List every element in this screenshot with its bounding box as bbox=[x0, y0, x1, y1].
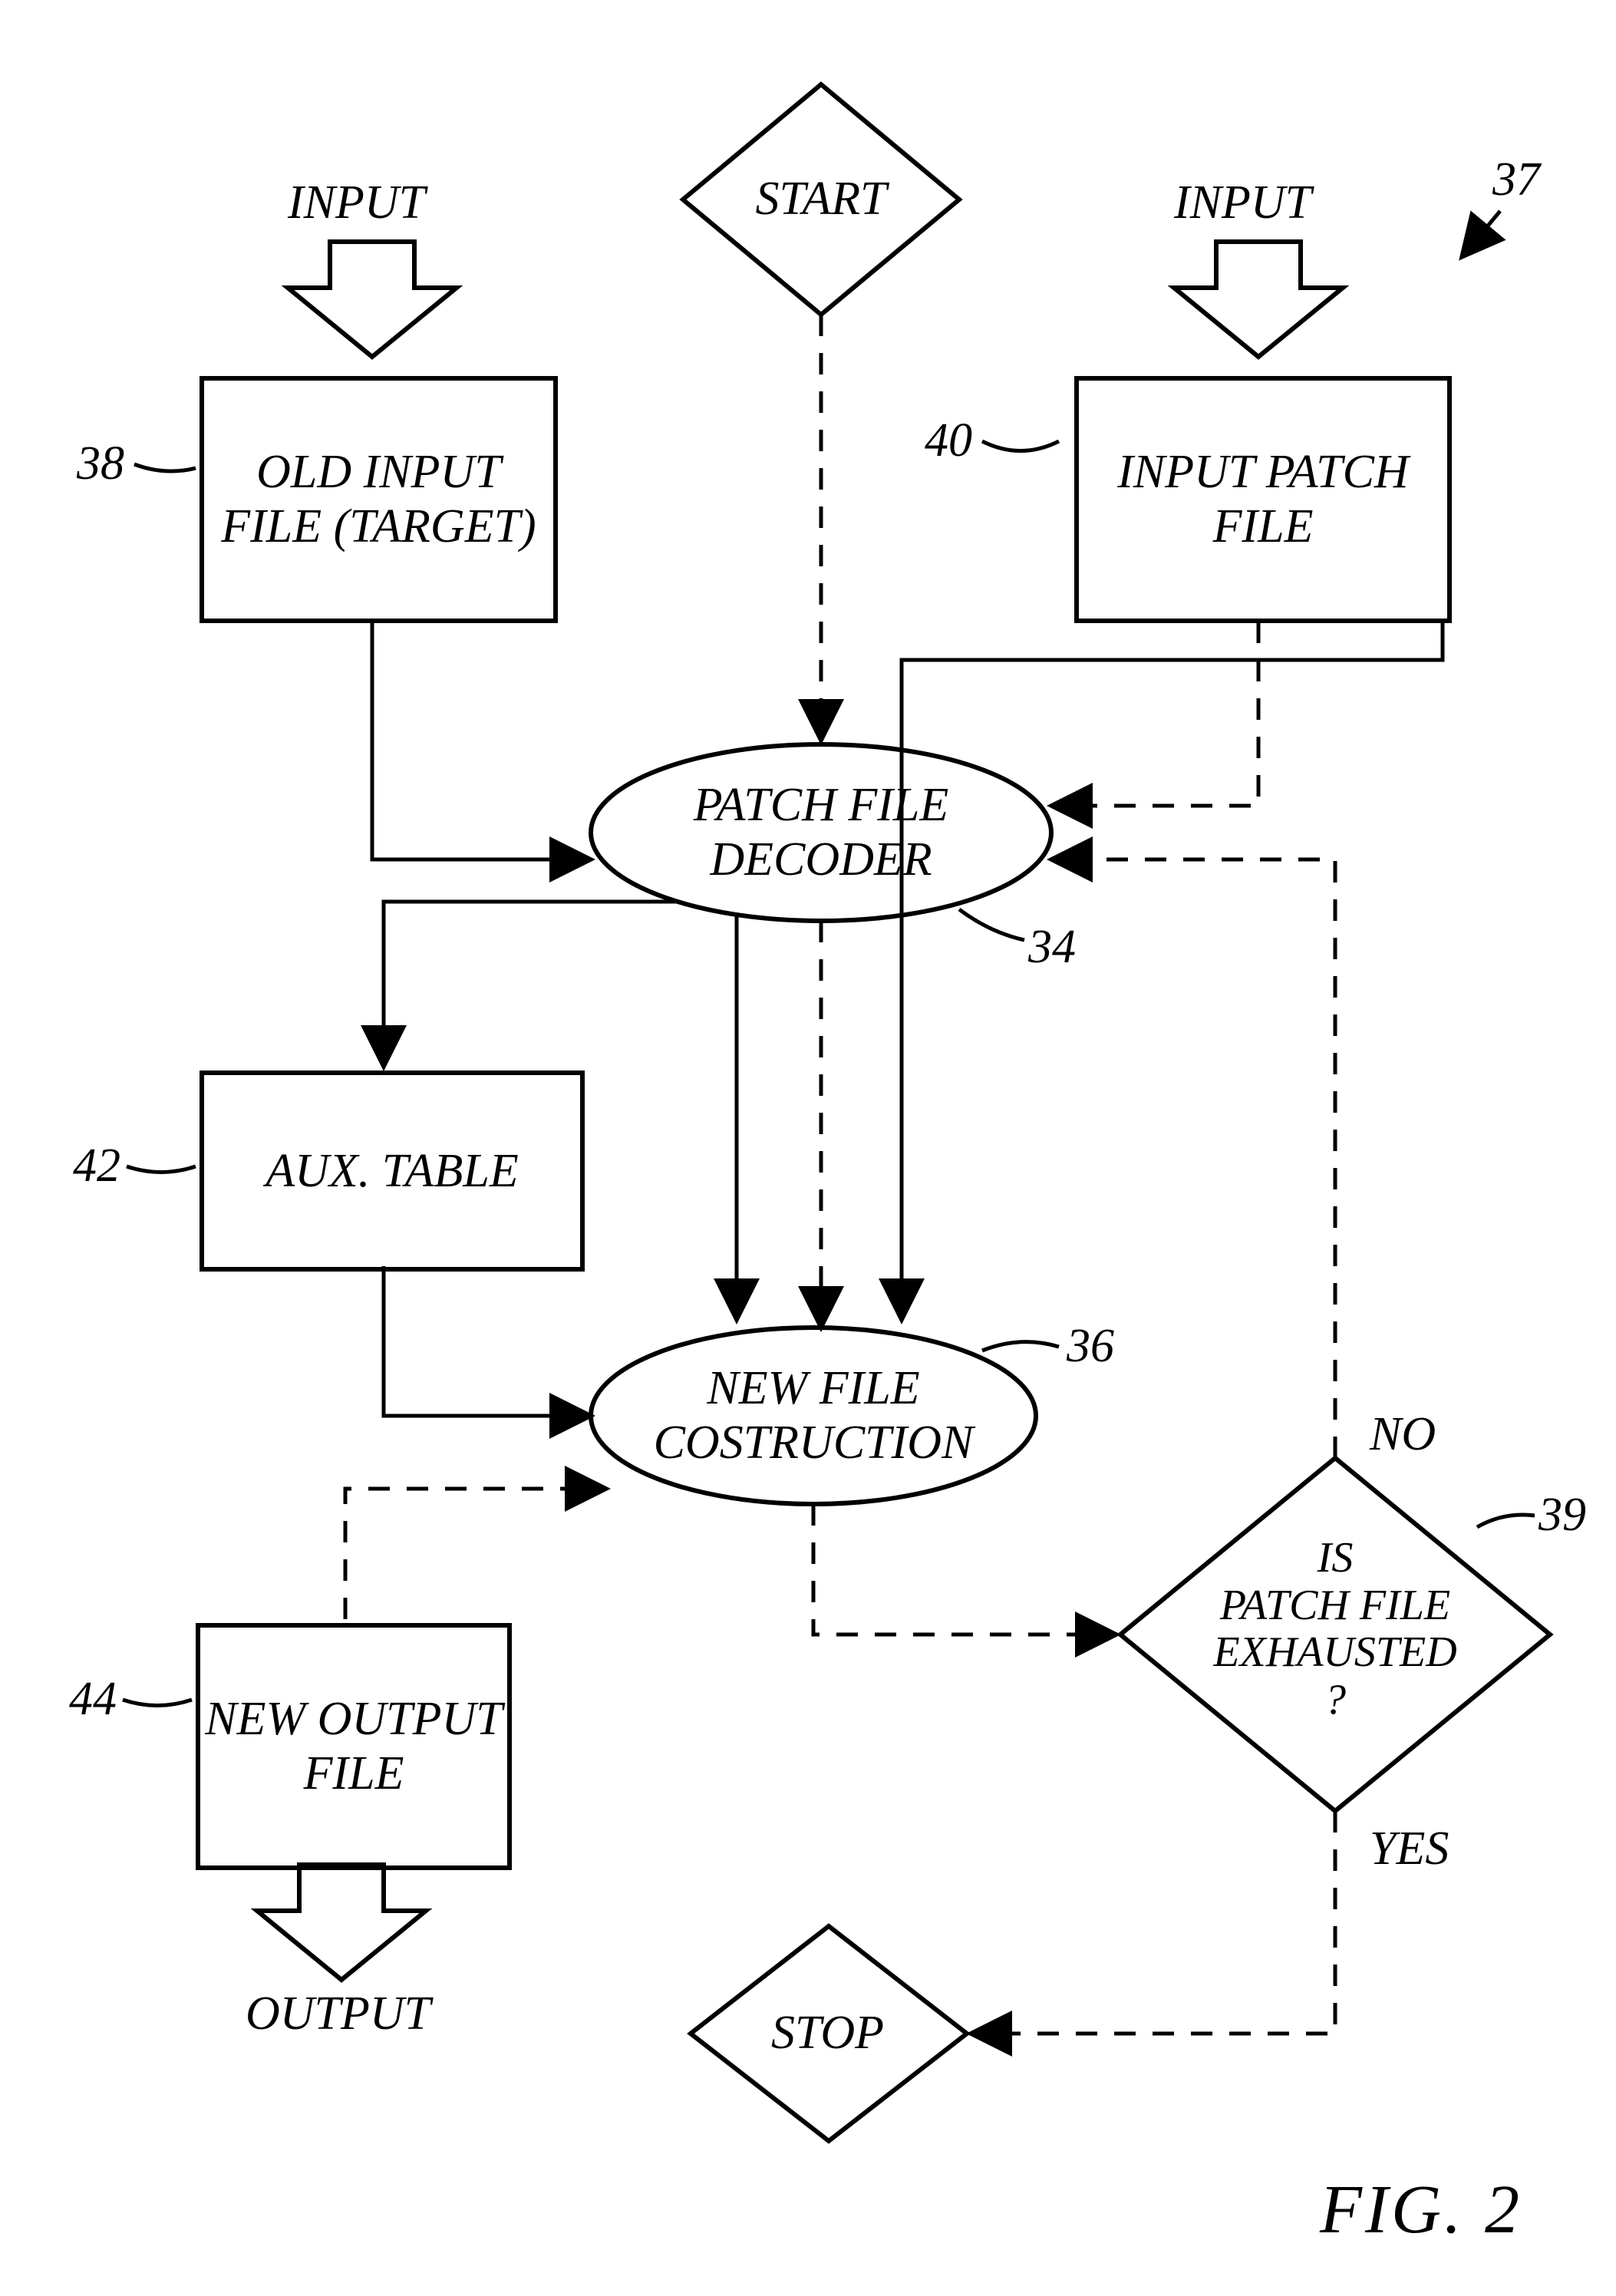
box-input-patch-file-text: INPUT PATCH FILE bbox=[1079, 445, 1447, 554]
ref-36: 36 bbox=[1067, 1320, 1114, 1372]
input-left-caption: INPUT bbox=[288, 176, 425, 229]
decision-text: IS PATCH FILE EXHAUSTED ? bbox=[1205, 1535, 1466, 1724]
box-new-output-file: NEW OUTPUT FILE bbox=[196, 1623, 512, 1870]
ref-44: 44 bbox=[69, 1673, 117, 1725]
box-new-output-file-text: NEW OUTPUT FILE bbox=[200, 1692, 507, 1801]
ref-40: 40 bbox=[925, 414, 972, 467]
box-old-input-file-text: OLD INPUT FILE (TARGET) bbox=[204, 445, 553, 554]
ref-38: 38 bbox=[77, 437, 124, 490]
ellipse-new-file-construction-text: NEW FILE COSTRUCTION bbox=[591, 1361, 1036, 1470]
ref-34: 34 bbox=[1028, 921, 1076, 973]
ellipse-patch-file-decoder: PATCH FILE DECODER bbox=[591, 767, 1051, 898]
box-aux-table-text: AUX. TABLE bbox=[265, 1144, 519, 1199]
input-right-caption: INPUT bbox=[1174, 176, 1311, 229]
stop-diamond: STOP bbox=[771, 2007, 884, 2059]
output-caption: OUTPUT bbox=[246, 1988, 430, 2040]
ref-42: 42 bbox=[73, 1140, 120, 1192]
decision-no: NO bbox=[1370, 1408, 1436, 1460]
figure-label: FIG. 2 bbox=[1320, 2172, 1522, 2248]
ellipse-new-file-construction: NEW FILE COSTRUCTION bbox=[591, 1351, 1036, 1481]
box-input-patch-file: INPUT PATCH FILE bbox=[1074, 376, 1452, 623]
decision-yes: YES bbox=[1370, 1823, 1449, 1875]
box-aux-table: AUX. TABLE bbox=[200, 1070, 585, 1272]
ref-39: 39 bbox=[1538, 1489, 1586, 1541]
ref-37: 37 bbox=[1492, 153, 1540, 206]
ellipse-patch-file-decoder-text: PATCH FILE DECODER bbox=[591, 778, 1051, 887]
start-diamond: START bbox=[744, 173, 898, 225]
box-old-input-file: OLD INPUT FILE (TARGET) bbox=[200, 376, 558, 623]
